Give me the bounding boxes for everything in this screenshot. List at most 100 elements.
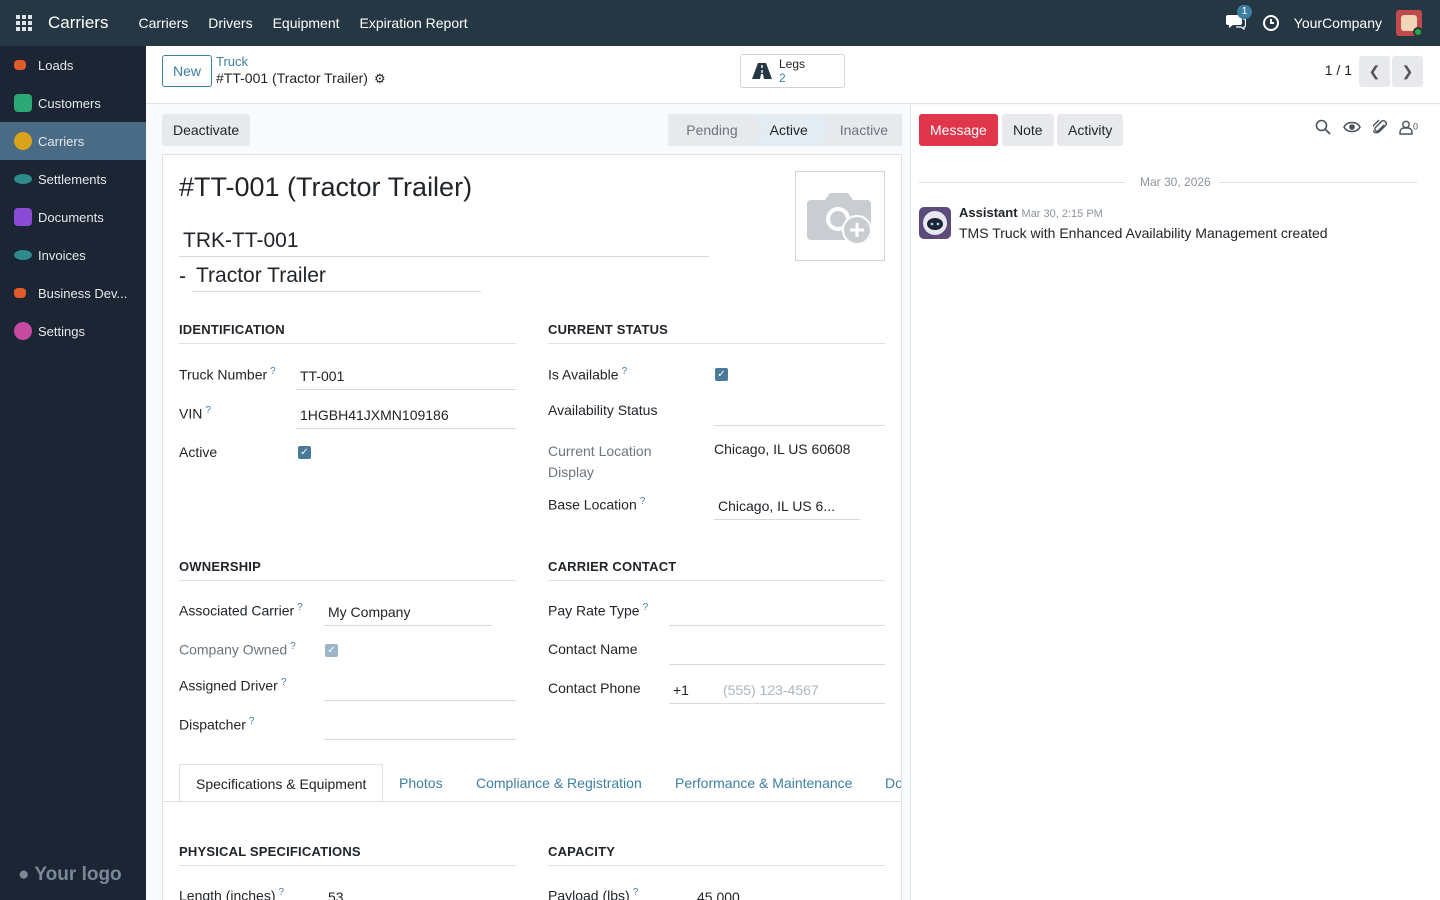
stage-active[interactable]: Active	[751, 114, 831, 146]
sidebar: Loads Customers Carriers Settlements Doc…	[0, 46, 146, 900]
help-icon[interactable]: ?	[279, 887, 285, 898]
help-icon[interactable]: ?	[640, 496, 646, 507]
payload-label: Payload (lbs)?	[548, 887, 638, 900]
help-icon[interactable]: ?	[622, 366, 628, 377]
length-label: Length (inches)?	[179, 887, 284, 900]
base-location-label: Base Location?	[548, 496, 645, 513]
truck-number-label-text: Truck Number	[179, 366, 268, 383]
record-title: #TT-001 (Tractor Trailer)	[179, 172, 473, 202]
pager-previous-button[interactable]: ❮	[1359, 56, 1390, 87]
help-icon[interactable]: ?	[297, 602, 303, 613]
sidebar-item-business-dev[interactable]: Business Dev...	[0, 274, 146, 312]
followers-icon[interactable]: 0	[1399, 120, 1418, 138]
tab-photos[interactable]: Photos	[399, 764, 443, 801]
truck-number-label: Truck Number?	[179, 366, 276, 383]
length-field[interactable]: 53	[324, 889, 516, 900]
payload-field[interactable]: 45,000	[693, 889, 885, 900]
pager-value[interactable]: 1 / 1	[1325, 62, 1352, 78]
legs-count: 2	[779, 71, 786, 85]
sidebar-item-documents[interactable]: Documents	[0, 198, 146, 236]
availability-status-field[interactable]	[714, 404, 885, 426]
contact-name-field[interactable]	[669, 643, 885, 665]
new-button[interactable]: New	[162, 55, 213, 87]
breadcrumb-parent[interactable]: Truck	[216, 54, 248, 69]
app-name[interactable]: Carriers	[48, 13, 108, 33]
help-icon[interactable]: ?	[281, 677, 287, 688]
stage-pending[interactable]: Pending	[668, 114, 761, 146]
help-icon[interactable]: ?	[290, 641, 296, 652]
tab-documents[interactable]: Do	[885, 764, 901, 801]
apps-menu-icon[interactable]	[0, 0, 48, 46]
phone-country-code[interactable]: +1	[673, 682, 689, 698]
sidebar-item-loads[interactable]: Loads	[0, 46, 146, 84]
company-logo: ● Your logo	[18, 864, 122, 885]
gear-icon[interactable]: ⚙	[374, 71, 386, 87]
vin-field[interactable]: 1HGBH41JXMN109186	[296, 407, 516, 429]
current-location-value: Chicago, IL US 60608	[714, 441, 851, 457]
type-field[interactable]: Tractor Trailer	[192, 264, 481, 292]
menu-equipment[interactable]: Equipment	[263, 0, 350, 46]
messaging-icon[interactable]: 1	[1225, 5, 1253, 33]
menu-expiration-report[interactable]: Expiration Report	[350, 0, 478, 46]
help-icon[interactable]: ?	[643, 602, 649, 613]
contact-phone-field[interactable]: +1 (555) 123-4567	[669, 682, 885, 704]
menu-carriers[interactable]: Carriers	[128, 0, 198, 46]
base-location-field[interactable]: Chicago, IL US 6...	[714, 498, 860, 520]
image-upload[interactable]	[795, 171, 885, 261]
help-icon[interactable]: ?	[633, 887, 639, 898]
truck-number-field[interactable]: TT-001	[296, 368, 516, 390]
sidebar-item-label: Settings	[38, 323, 85, 339]
tab-compliance[interactable]: Compliance & Registration	[476, 764, 642, 801]
pager-next-button[interactable]: ❯	[1392, 56, 1423, 87]
sidebar-item-label: Business Dev...	[38, 285, 128, 301]
loads-icon	[14, 60, 26, 70]
activity-button[interactable]: Activity	[1057, 114, 1124, 146]
is-available-checkbox[interactable]: ✓	[715, 368, 728, 381]
tab-performance[interactable]: Performance & Maintenance	[675, 764, 852, 801]
chevron-left-icon: ❮	[1368, 63, 1381, 79]
notebook-tabs: Specifications & Equipment Photos Compli…	[163, 764, 901, 802]
camera-plus-icon	[807, 193, 872, 245]
sidebar-item-settings[interactable]: Settings	[0, 312, 146, 350]
search-icon[interactable]	[1315, 119, 1331, 138]
is-available-label-text: Is Available	[548, 366, 619, 383]
sidebar-item-label: Invoices	[38, 247, 86, 263]
contact-name-label: Contact Name	[548, 641, 638, 657]
tab-specifications[interactable]: Specifications & Equipment	[179, 764, 384, 801]
invoices-icon	[14, 250, 32, 260]
help-icon[interactable]: ?	[205, 405, 211, 416]
pay-rate-type-field[interactable]	[669, 604, 885, 626]
message-author-name[interactable]: Assistant	[959, 205, 1018, 220]
send-message-button[interactable]: Message	[919, 114, 998, 146]
availability-status-label: Availability Status	[548, 402, 658, 418]
dispatcher-field[interactable]	[324, 718, 516, 740]
eye-icon[interactable]	[1343, 120, 1361, 137]
sidebar-item-customers[interactable]: Customers	[0, 84, 146, 122]
legs-label: Legs	[779, 57, 806, 71]
menu-drivers[interactable]: Drivers	[198, 0, 262, 46]
assigned-driver-field[interactable]	[324, 679, 516, 701]
chevron-right-icon: ❯	[1401, 63, 1414, 79]
help-icon[interactable]: ?	[249, 716, 255, 727]
company-switcher[interactable]: YourCompany	[1294, 15, 1382, 31]
clock-icon[interactable]	[1262, 14, 1280, 32]
sidebar-item-invoices[interactable]: Invoices	[0, 236, 146, 274]
help-icon[interactable]: ?	[270, 366, 276, 377]
active-checkbox[interactable]: ✓	[298, 446, 311, 459]
sidebar-item-settlements[interactable]: Settlements	[0, 160, 146, 198]
deactivate-button[interactable]: Deactivate	[162, 114, 251, 146]
documents-icon	[14, 208, 32, 226]
messaging-badge: 1	[1236, 5, 1253, 19]
physical-specifications-heading: PHYSICAL SPECIFICATIONS	[179, 844, 516, 866]
associated-carrier-field[interactable]: My Company	[324, 604, 492, 626]
log-note-button[interactable]: Note	[1002, 114, 1054, 146]
sidebar-item-carriers[interactable]: Carriers	[0, 122, 146, 160]
stage-inactive[interactable]: Inactive	[821, 114, 902, 146]
current-location-label: Current Location Display	[548, 443, 652, 480]
user-avatar[interactable]	[1396, 10, 1422, 36]
code-field[interactable]: TRK-TT-001	[179, 229, 709, 257]
paperclip-icon[interactable]	[1371, 119, 1387, 138]
systray: 1 YourCompany	[1225, 5, 1440, 36]
legs-smart-button[interactable]: Legs 2	[740, 54, 845, 88]
settlements-icon	[14, 174, 32, 184]
